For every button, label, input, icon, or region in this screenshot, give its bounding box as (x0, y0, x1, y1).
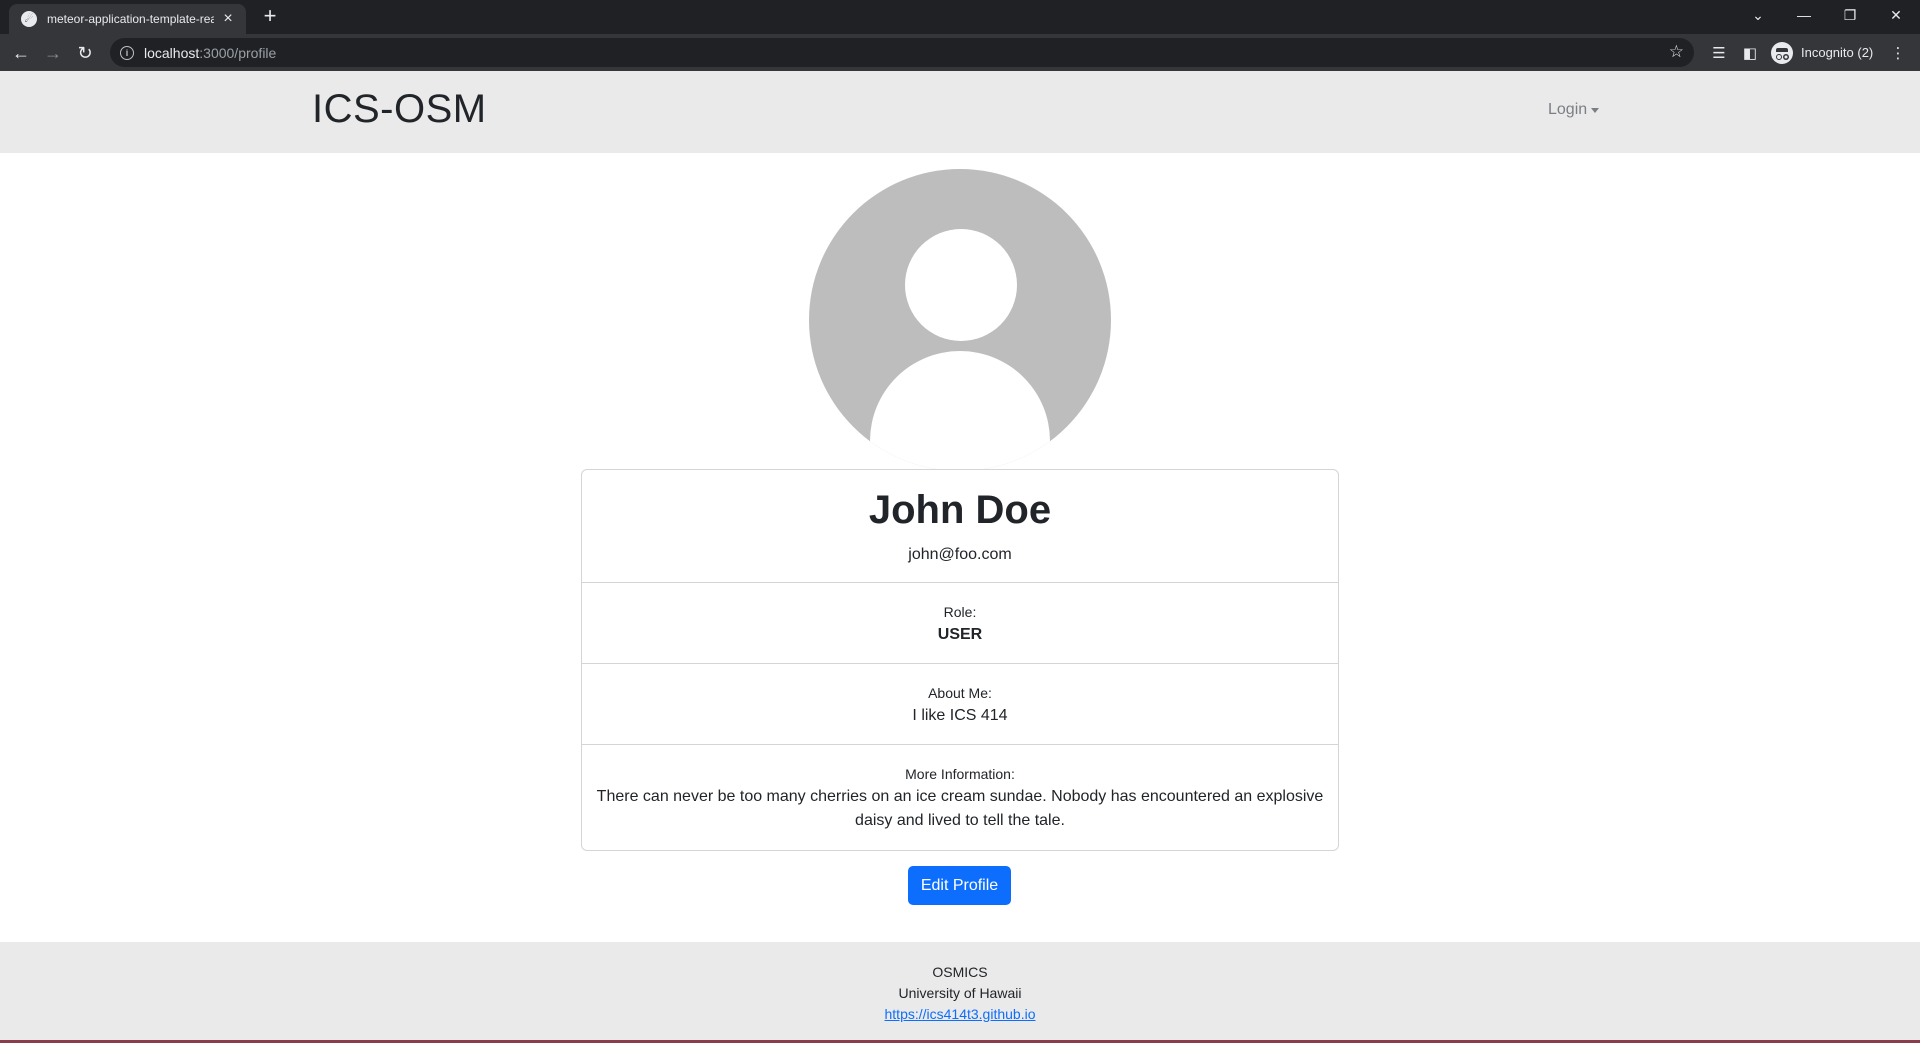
reload-icon[interactable]: ↻ (73, 41, 97, 65)
browser-tab[interactable]: ☄ meteor-application-template-rea × (9, 4, 246, 34)
role-value: USER (937, 626, 983, 643)
site-footer: OSMICS University of Hawaii https://ics4… (0, 942, 1920, 1043)
more-info-section: More Information: There can never be too… (582, 745, 1338, 850)
about-section: About Me: I like ICS 414 (582, 664, 1338, 745)
url-path: :3000/profile (199, 44, 277, 61)
media-queue-icon[interactable]: ☰ (1708, 42, 1730, 64)
browser-toolbar: ← → ↻ i localhost:3000/profile ☆ ☰ ◧ Inc… (0, 34, 1920, 71)
avatar-body-shape (870, 351, 1050, 471)
side-panel-icon[interactable]: ◧ (1739, 42, 1761, 64)
profile-header-section: John Doe john@foo.com (582, 470, 1338, 583)
close-window-button[interactable]: ✕ (1873, 0, 1919, 30)
meteor-favicon-icon: ☄ (21, 11, 37, 27)
caret-down-icon (1591, 107, 1600, 113)
site-navbar: ICS-OSM Login (0, 71, 1920, 153)
more-info-label: More Information: (905, 766, 1015, 782)
default-user-avatar-icon (809, 169, 1111, 471)
profile-label: Incognito (2) (1801, 45, 1874, 60)
profile-name: John Doe (868, 488, 1052, 532)
about-value: I like ICS 414 (912, 707, 1008, 724)
tab-close-icon[interactable]: × (220, 10, 236, 28)
bookmark-star-icon[interactable]: ☆ (1669, 42, 1684, 62)
footer-university: University of Hawaii (898, 985, 1022, 1001)
more-info-value: There can never be too many cherries on … (596, 788, 1324, 829)
incognito-icon (1771, 41, 1793, 64)
incognito-profile-button[interactable]: Incognito (2) (1771, 39, 1873, 66)
minimize-button[interactable]: — (1781, 0, 1827, 30)
tab-search-chevron-icon[interactable]: ⌄ (1735, 0, 1781, 30)
page-viewport: ICS-OSM Login John Doe john@foo.com Role… (0, 71, 1920, 1043)
forward-arrow-icon[interactable]: → (41, 41, 65, 65)
brand-logo-link[interactable]: ICS-OSM (312, 87, 487, 132)
tab-title: meteor-application-template-rea (47, 12, 214, 26)
browser-tabstrip: ☄ meteor-application-template-rea × + ⌄ … (0, 0, 1920, 34)
back-arrow-icon[interactable]: ← (9, 41, 33, 65)
profile-card: John Doe john@foo.com Role: USER About M… (581, 469, 1339, 851)
footer-org: OSMICS (932, 964, 988, 980)
role-section: Role: USER (582, 583, 1338, 664)
address-bar[interactable]: i localhost:3000/profile ☆ (110, 38, 1694, 67)
site-info-icon[interactable]: i (120, 45, 134, 60)
new-tab-button[interactable]: + (258, 5, 282, 29)
avatar-head-shape (905, 229, 1017, 341)
profile-email: john@foo.com (908, 546, 1012, 563)
login-dropdown-toggle[interactable]: Login (1548, 101, 1600, 119)
edit-profile-button[interactable]: Edit Profile (908, 866, 1011, 905)
restore-button[interactable]: ❐ (1827, 0, 1873, 30)
url-host: localhost (144, 44, 200, 61)
about-label: About Me: (928, 685, 992, 701)
browser-menu-icon[interactable]: ⋮ (1887, 42, 1909, 64)
footer-link[interactable]: https://ics414t3.github.io (885, 1006, 1036, 1022)
role-label: Role: (943, 604, 977, 620)
login-label: Login (1548, 101, 1588, 118)
